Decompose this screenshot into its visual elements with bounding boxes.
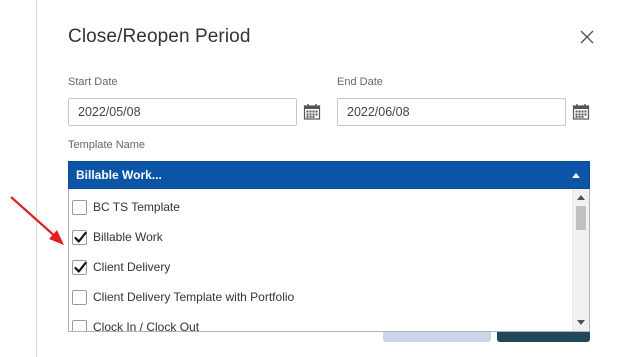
template-option[interactable]: Client Delivery bbox=[69, 252, 572, 282]
unchecked-checkbox-icon[interactable] bbox=[72, 199, 87, 215]
end-date-label: End Date bbox=[337, 76, 383, 88]
end-date-input[interactable] bbox=[337, 98, 566, 126]
template-option[interactable]: Client Delivery Template with Portfolio bbox=[69, 282, 572, 312]
options-scrollbar[interactable] bbox=[572, 189, 589, 331]
scroll-up-arrow-icon[interactable] bbox=[577, 195, 585, 200]
template-dropdown-toggle[interactable]: Billable Work... bbox=[68, 161, 590, 189]
close-icon[interactable] bbox=[578, 28, 596, 46]
template-option-label: BC TS Template bbox=[93, 200, 180, 214]
start-date-input[interactable] bbox=[68, 98, 297, 126]
scrollbar-thumb[interactable] bbox=[576, 206, 586, 230]
dialog-title: Close/Reopen Period bbox=[68, 26, 251, 47]
template-option-label: Client Delivery Template with Portfolio bbox=[93, 290, 295, 304]
unchecked-checkbox-icon[interactable] bbox=[72, 289, 87, 305]
template-option[interactable]: Clock In / Clock Out bbox=[69, 312, 572, 332]
start-date-label: Start Date bbox=[68, 76, 118, 88]
checked-checkbox-icon[interactable] bbox=[72, 259, 87, 275]
template-selected-text: Billable Work... bbox=[76, 168, 162, 182]
caret-up-icon bbox=[572, 173, 580, 178]
checked-checkbox-icon[interactable] bbox=[72, 229, 87, 245]
template-option-label: Clock In / Clock Out bbox=[93, 320, 200, 332]
calendar-icon[interactable] bbox=[572, 103, 590, 121]
template-option[interactable]: Billable Work bbox=[69, 222, 572, 252]
calendar-icon[interactable] bbox=[303, 103, 321, 121]
unchecked-checkbox-icon[interactable] bbox=[72, 319, 87, 331]
template-name-label: Template Name bbox=[68, 139, 146, 151]
template-option-label: Client Delivery bbox=[93, 260, 171, 274]
scroll-down-arrow-icon[interactable] bbox=[577, 320, 585, 325]
template-option[interactable]: BC TS Template bbox=[69, 192, 572, 222]
template-multiselect-dropdown[interactable]: Billable Work... BC TS Template Billable … bbox=[68, 161, 590, 332]
template-option-label: Billable Work bbox=[93, 230, 163, 244]
left-panel-border bbox=[36, 0, 37, 357]
template-options-list[interactable]: BC TS Template Billable Work Client Delive… bbox=[68, 189, 590, 332]
